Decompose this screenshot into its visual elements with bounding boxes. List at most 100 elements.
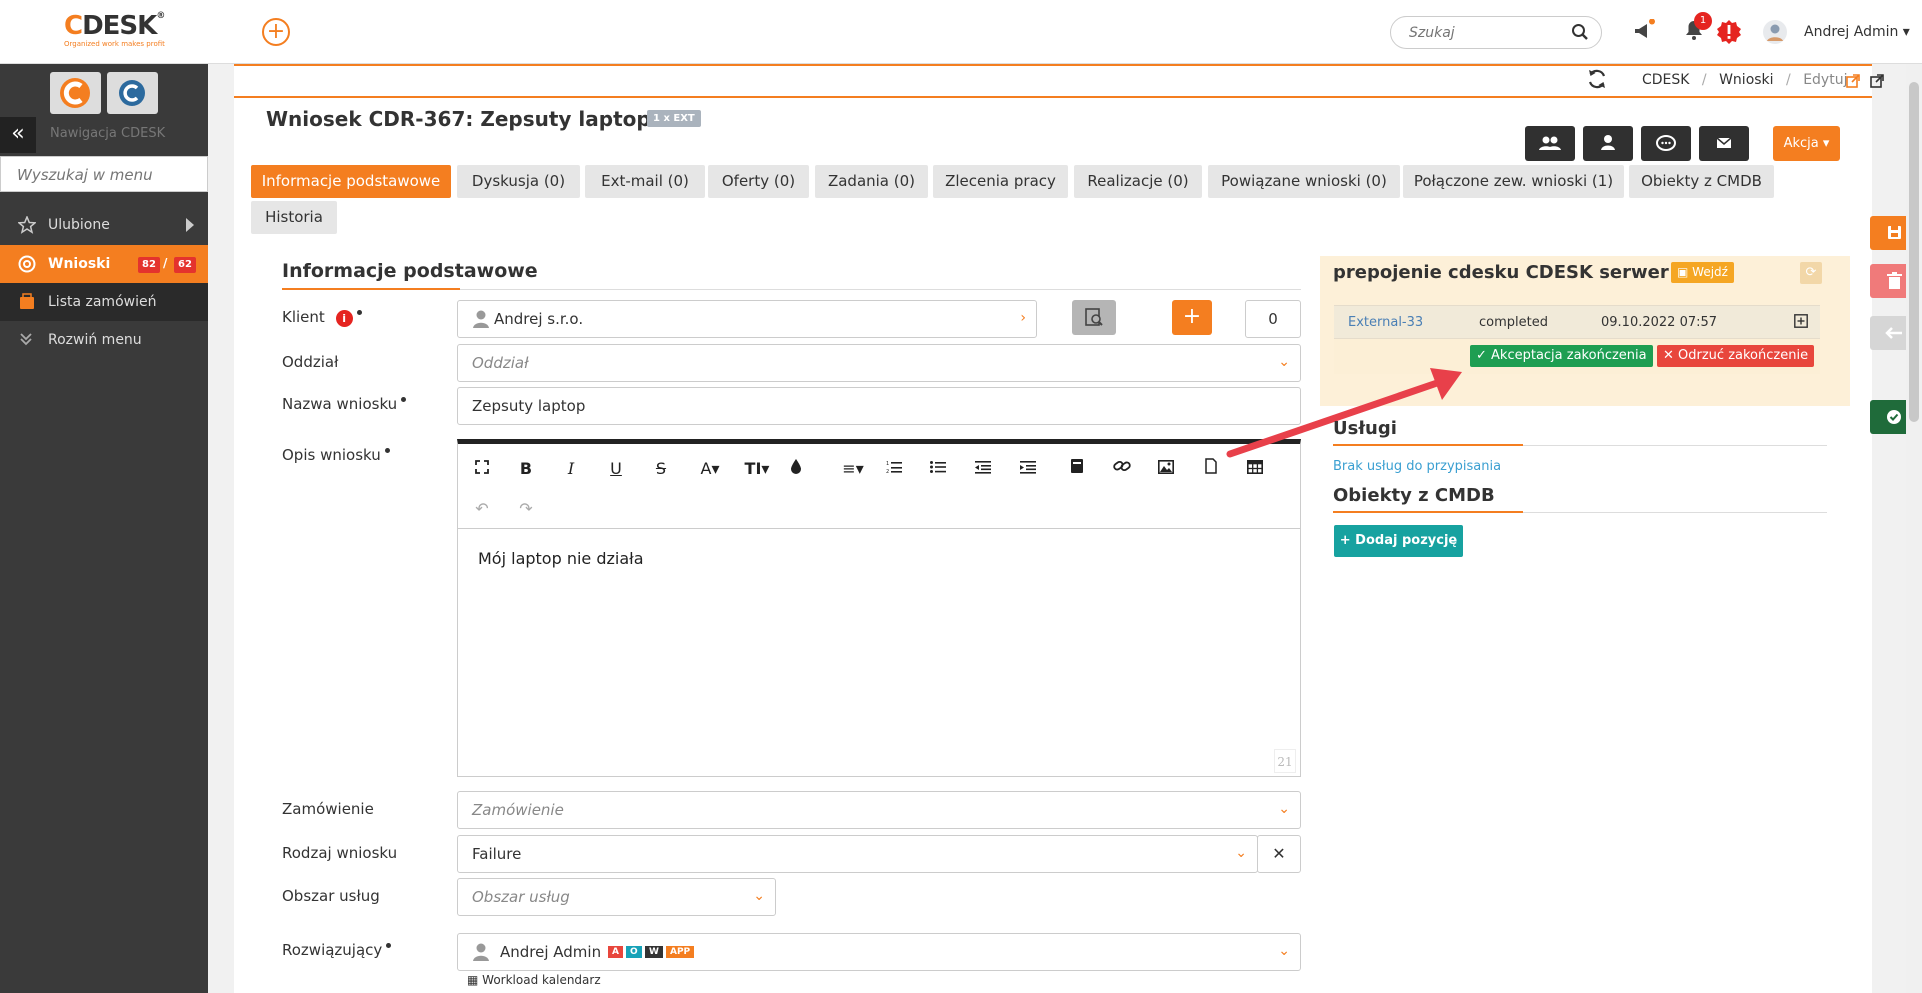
services-title: Usługi [1333,418,1397,439]
file-icon[interactable] [1200,458,1222,480]
client-label: Klient i [282,308,362,327]
align-icon[interactable]: ≡▾ [838,458,868,480]
cdesk-app-icon[interactable] [50,72,101,114]
italic-icon[interactable]: I [560,458,582,480]
client-field[interactable]: Andrej s.r.o. › [457,300,1037,338]
accept-completion-button[interactable]: ✓ Akceptacja zakończenia [1470,345,1653,367]
assign-user-button[interactable] [1583,126,1633,161]
ordered-list-icon[interactable]: 12 [883,458,905,480]
chevron-down-icon: ⌄ [1278,801,1290,817]
svg-text:2: 2 [886,469,889,474]
order-select[interactable]: Zamówienie ⌄ [457,791,1301,829]
collapse-sidebar-button[interactable]: « [0,117,36,153]
tab-linked-external-requests[interactable]: Połączone zew. wnioski (1) [1403,165,1624,198]
breadcrumb-requests[interactable]: Wnioski [1719,72,1773,88]
description-editor[interactable]: B I U S A▾ TI▾ ≡▾ 12 ↶ ↷ Mój laptop nie … [457,439,1301,777]
section-title-basic-info: Informacje podstawowe [282,260,538,282]
clear-request-type-button[interactable]: ✕ [1257,835,1301,873]
underline-icon[interactable]: U [605,458,627,480]
global-search[interactable] [1390,16,1602,49]
reject-completion-button[interactable]: ✕ Odrzuć zakończenie [1657,345,1815,367]
font-size-icon[interactable]: TI▾ [740,458,774,480]
cdesk-logo[interactable]: CDESK® [64,11,165,41]
client-detail-button[interactable] [1072,300,1116,335]
user-menu[interactable]: Andrej Admin ▾ [1804,24,1910,40]
quick-add-button[interactable]: + [262,18,290,46]
action-dropdown-button[interactable]: Akcja ▾ [1773,126,1840,161]
breadcrumb-cdesk[interactable]: CDESK [1642,72,1689,88]
email-button[interactable] [1699,126,1749,161]
section-divider [282,288,1301,290]
chevron-down-icon: ⌄ [1278,943,1290,959]
image-icon[interactable] [1155,458,1177,480]
double-chevron-down-icon [18,331,34,351]
tab-offers[interactable]: Oferty (0) [708,165,809,198]
secondary-app-icon[interactable] [107,72,158,114]
sidebar-item-requests[interactable]: Wnioski 82 / 62 [0,245,208,283]
service-area-select[interactable]: Obszar usług ⌄ [457,878,776,916]
tab-basic-info[interactable]: Informacje podstawowe [251,165,451,198]
external-request-id[interactable]: External-33 [1348,315,1423,330]
scrollbar-thumb[interactable] [1909,82,1919,422]
refresh-icon[interactable] [1586,68,1608,94]
request-name-input[interactable]: Zepsuty laptop [457,387,1301,425]
caret-right-icon [186,218,194,236]
page-title: Wniosek CDR-367: Zepsuty laptop [266,107,651,131]
sync-icon[interactable]: ⟳ [1800,262,1822,284]
color-fill-icon[interactable] [785,458,807,480]
sidebar-item-favorites[interactable]: Ulubione [0,206,208,244]
cart-icon [18,293,36,315]
branch-select[interactable]: Oddział ⌄ [457,344,1301,382]
tab-ext-mail[interactable]: Ext-mail (0) [585,165,705,198]
enter-external-button[interactable]: ▣ Wejdź [1671,262,1734,283]
link-icon[interactable] [1111,458,1133,480]
expand-row-icon[interactable] [1794,314,1808,332]
strikethrough-icon[interactable]: S [650,458,672,480]
menu-search-input[interactable] [15,165,205,185]
add-cmdb-item-button[interactable]: + Dodaj pozycję [1334,525,1463,557]
request-type-select[interactable]: Failure ⌄ [457,835,1258,873]
tab-work-orders[interactable]: Zlecenia pracy [933,165,1068,198]
search-icon[interactable] [1571,23,1589,45]
calendar-icon: ▦ [467,973,479,987]
tab-history[interactable]: Historia [251,201,337,234]
tab-cmdb-objects[interactable]: Obiekty z CMDB [1629,165,1774,198]
info-icon[interactable]: i [335,310,353,327]
redo-icon[interactable]: ↷ [515,498,537,520]
page-scrollbar[interactable] [1906,64,1922,993]
workload-calendar-link[interactable]: ▦ Workload kalendarz [467,973,601,987]
tab-discussion[interactable]: Dyskusja (0) [457,165,580,198]
external-request-date: 09.10.2022 07:57 [1601,315,1718,330]
tab-tasks[interactable]: Zadania (0) [815,165,928,198]
avatar[interactable] [1762,19,1788,45]
tab-realizations[interactable]: Realizacje (0) [1074,165,1202,198]
breadcrumb-edit: Edytuj [1803,72,1848,88]
annotation-arrow [1226,368,1462,458]
comment-button[interactable] [1641,126,1691,161]
nav-title: Nawigacja CDESK [50,126,166,141]
bold-icon[interactable]: B [515,458,537,480]
add-client-button[interactable]: + [1172,300,1212,335]
solver-select[interactable]: Andrej Admin A O W APP ⌄ [457,933,1301,971]
tab-related-requests[interactable]: Powiązane wnioski (0) [1208,165,1400,198]
alert-icon[interactable] [1717,20,1741,44]
undo-icon[interactable]: ↶ [471,498,493,520]
global-search-input[interactable] [1407,24,1567,42]
indent-icon[interactable] [1017,458,1039,480]
menu-search[interactable] [0,156,208,192]
font-color-icon[interactable]: A▾ [695,458,725,480]
book-icon[interactable] [1066,458,1088,480]
external-link-icon[interactable] [1846,73,1860,92]
client-counter[interactable]: 0 [1245,300,1301,338]
open-new-window-icon[interactable] [1870,73,1884,92]
sidebar-item-orders[interactable]: Lista zamówień [0,283,208,321]
lifebuoy-icon [18,255,36,277]
bullet-list-icon[interactable] [927,458,949,480]
breadcrumb: CDESK / Wnioski / Edytuj [1642,72,1847,88]
assign-group-button[interactable] [1525,126,1575,161]
sidebar-item-expand-menu[interactable]: Rozwiń menu [0,321,208,359]
description-editor-body[interactable]: Mój laptop nie działa 21 [458,528,1300,777]
fullscreen-icon[interactable] [471,458,493,480]
outdent-icon[interactable] [972,458,994,480]
megaphone-icon[interactable] [1632,18,1656,43]
